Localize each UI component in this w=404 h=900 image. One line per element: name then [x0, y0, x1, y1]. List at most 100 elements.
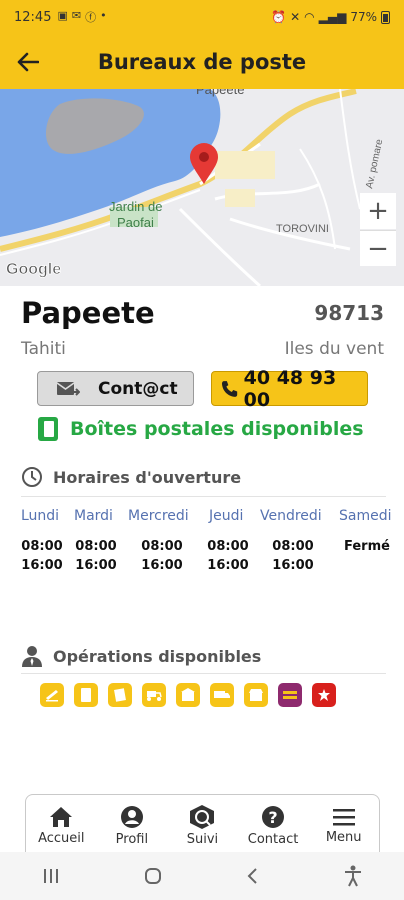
- arrow-left-icon: [17, 52, 39, 71]
- battery-level: 77%: [350, 10, 377, 24]
- nav-home[interactable]: Accueil: [28, 805, 94, 846]
- home-icon: [50, 807, 73, 827]
- operations-list: [40, 683, 336, 707]
- operations-divider: [21, 673, 386, 674]
- letters-icon: [40, 683, 64, 707]
- facebook-icon: ⓕ: [85, 11, 97, 24]
- zoom-in-button[interactable]: +: [360, 193, 396, 229]
- hours-wednesday: 08:00 16:00: [140, 537, 184, 575]
- status-right: ⏰ ✕ ◠ ▂▄▆ 77%: [271, 10, 390, 24]
- hours-monday: 08:00 16:00: [20, 537, 64, 575]
- map-label-district: TOROVINI: [276, 223, 329, 235]
- shop-icon: [244, 683, 268, 707]
- signal-icon: ▂▄▆: [318, 10, 347, 24]
- day-thursday: Jeudi: [209, 508, 244, 524]
- nav-menu-label: Menu: [325, 830, 362, 845]
- map-label-park-2: Paofai: [117, 215, 154, 230]
- nav-tracking[interactable]: Suivi: [169, 804, 235, 847]
- mail-icon: [74, 683, 98, 707]
- operations-title: Opérations disponibles: [53, 646, 262, 666]
- contact-button-label: Cont@ct: [98, 378, 178, 399]
- send-mail-icon: [56, 381, 80, 396]
- hours-close: 16:00: [272, 558, 314, 573]
- counter-icon: [176, 683, 200, 707]
- alarm-icon: ⏰: [271, 10, 287, 24]
- nav-home-label: Accueil: [38, 831, 85, 846]
- hours-close: 16:00: [75, 558, 117, 573]
- clerk-icon: [22, 646, 42, 667]
- page-title: Bureaux de poste: [97, 49, 307, 74]
- hamburger-icon: [332, 809, 355, 826]
- vini-icon: [312, 683, 336, 707]
- hours-open: 08:00: [75, 539, 117, 554]
- svg-text:?: ?: [268, 808, 277, 827]
- hours-closed: Fermé: [344, 539, 390, 554]
- help-icon: ?: [262, 806, 285, 828]
- hours-tuesday: 08:00 16:00: [74, 537, 118, 575]
- screen: 12:45 ▣ ✉ ⓕ • ⏰ ✕ ◠ ▂▄▆ 77% Bureaux de p…: [0, 0, 404, 900]
- hours-saturday: Fermé: [344, 537, 404, 556]
- app-bar: Bureaux de poste: [0, 34, 404, 89]
- delivery-scooter-icon: [142, 683, 166, 707]
- battery-icon: [381, 10, 390, 24]
- hours-close: 16:00: [141, 558, 183, 573]
- po-boxes-status: Boîtes postales disponibles: [36, 416, 364, 442]
- hours-open: 08:00: [272, 539, 314, 554]
- map-view[interactable]: Papeete Jardin de Paofai TOROVINI Av. po…: [0, 89, 404, 286]
- system-nav-bar: [0, 852, 404, 900]
- hours-open: 08:00: [207, 539, 249, 554]
- zoom-out-button[interactable]: −: [360, 230, 396, 266]
- clock-icon: [22, 467, 42, 487]
- recent-apps-icon[interactable]: [41, 867, 61, 885]
- truck-icon: [210, 683, 234, 707]
- map-label-city: Papeete: [196, 89, 244, 97]
- phone-number: 40 48 93 00: [243, 366, 337, 411]
- phone-button[interactable]: 40 48 93 00: [211, 367, 368, 411]
- nav-menu[interactable]: Menu: [311, 806, 377, 845]
- dot-icon: •: [100, 9, 107, 22]
- office-name: Papeete: [21, 296, 155, 330]
- back-button[interactable]: [0, 34, 56, 89]
- day-monday: Lundi: [21, 508, 60, 524]
- day-tuesday: Mardi: [74, 508, 113, 524]
- nav-profile[interactable]: Profil: [99, 804, 165, 847]
- accessibility-icon[interactable]: [343, 865, 363, 887]
- nav-tracking-label: Suivi: [186, 832, 219, 847]
- profile-icon: [120, 806, 143, 828]
- office-postcode: 98713: [314, 301, 384, 325]
- day-friday: Vendredi: [260, 508, 322, 524]
- hours-open: 08:00: [21, 539, 63, 554]
- nav-contact[interactable]: ? Contact: [240, 804, 306, 847]
- gallery-icon: ▣: [57, 9, 68, 22]
- office-island: Tahiti: [21, 339, 66, 359]
- nav-profile-label: Profil: [115, 832, 149, 847]
- hours-title: Horaires d'ouverture: [53, 467, 242, 487]
- back-nav-icon[interactable]: [245, 867, 261, 885]
- tracking-icon: [190, 805, 215, 829]
- bottom-nav: Accueil Profil Suivi ? Contact Menu: [25, 794, 380, 852]
- status-time: 12:45: [14, 9, 52, 25]
- map-label-park-1: Jardin de: [109, 199, 162, 214]
- po-box-icon: [38, 417, 58, 441]
- western-union-icon: [278, 683, 302, 707]
- map-canvas[interactable]: Papeete Jardin de Paofai TOROVINI Av. po…: [0, 89, 404, 286]
- phone-icon: [221, 380, 238, 397]
- wifi-icon: ◠: [304, 10, 315, 24]
- google-attribution: Google: [6, 261, 61, 278]
- hours-open: 08:00: [141, 539, 183, 554]
- contact-button[interactable]: Cont@ct: [37, 371, 194, 406]
- hours-close: 16:00: [207, 558, 249, 573]
- hours-close: 16:00: [21, 558, 63, 573]
- day-saturday: Samedi: [339, 508, 392, 524]
- hours-thursday: 08:00 16:00: [206, 537, 250, 575]
- office-region: Iles du vent: [284, 339, 384, 359]
- gmail-icon: ✉: [71, 9, 82, 22]
- notification-icons: ▣ ✉ ⓕ •: [57, 9, 106, 25]
- home-button-icon[interactable]: [143, 866, 163, 886]
- hours-header: Horaires d'ouverture: [21, 466, 241, 488]
- hours-divider: [21, 496, 386, 497]
- status-bar: 12:45 ▣ ✉ ⓕ • ⏰ ✕ ◠ ▂▄▆ 77%: [0, 0, 404, 34]
- operations-header: Opérations disponibles: [21, 644, 261, 668]
- parcel-icon: [108, 683, 132, 707]
- day-wednesday: Mercredi: [128, 508, 189, 524]
